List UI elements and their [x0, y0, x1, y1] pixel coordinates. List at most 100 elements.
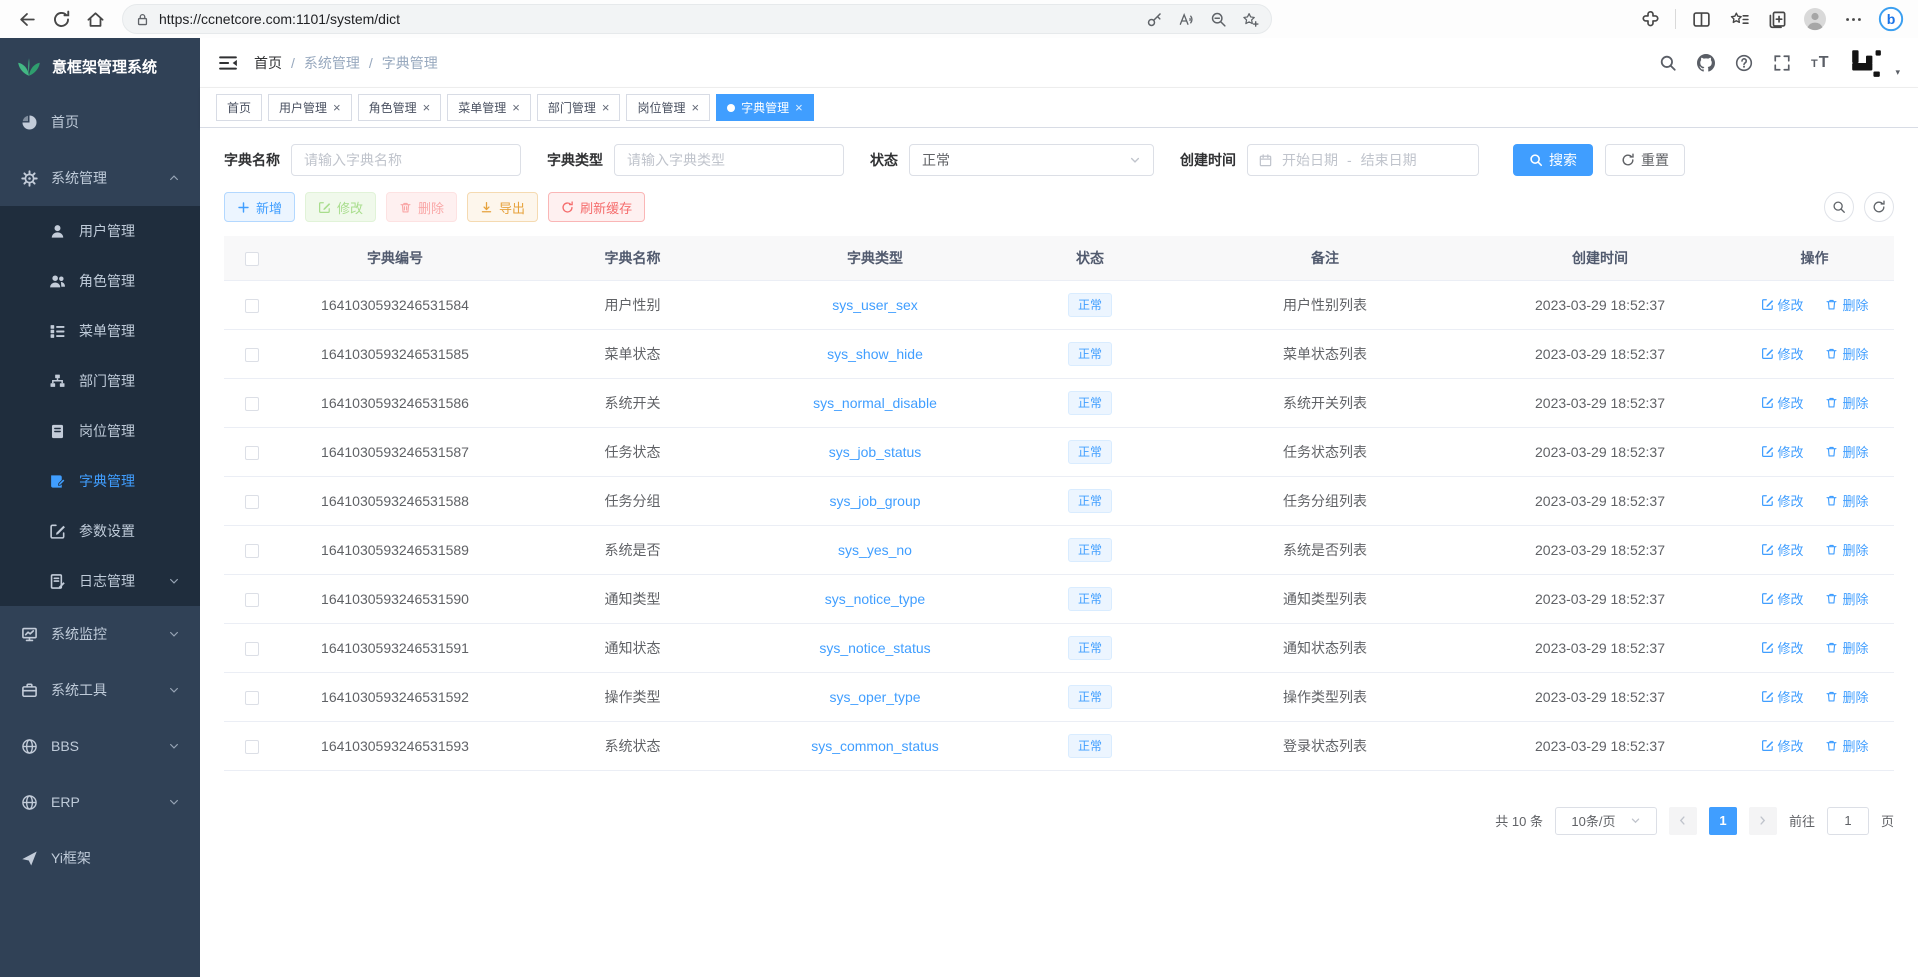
row-delete-button[interactable]: 删除 — [1825, 344, 1868, 363]
sidebar-item-user-manage[interactable]: 用户管理 — [0, 206, 200, 256]
back-icon[interactable] — [12, 4, 42, 34]
row-checkbox[interactable] — [245, 740, 259, 754]
dict-type-input[interactable] — [614, 144, 844, 176]
dict-type-link[interactable]: sys_normal_disable — [813, 395, 937, 411]
row-delete-button[interactable]: 删除 — [1825, 687, 1868, 706]
refresh-table-button[interactable] — [1864, 192, 1894, 222]
page-size-select[interactable]: 10条/页 — [1555, 807, 1657, 835]
github-icon[interactable] — [1697, 54, 1715, 72]
sidebar-item-system-manage[interactable]: 系统管理 — [0, 150, 200, 206]
row-checkbox[interactable] — [245, 691, 259, 705]
help-icon[interactable] — [1735, 54, 1753, 72]
dict-type-link[interactable]: sys_job_group — [829, 493, 920, 509]
current-page-button[interactable]: 1 — [1709, 807, 1737, 835]
search-button[interactable]: 搜索 — [1513, 144, 1593, 176]
tab-dept-manage[interactable]: 部门管理 × — [537, 94, 621, 121]
sidebar-item-yi-framework[interactable]: Yi框架 — [0, 830, 200, 886]
home-icon[interactable] — [80, 4, 110, 34]
read-aloud-icon[interactable] — [1178, 11, 1195, 28]
add-button[interactable]: 新增 — [224, 192, 295, 222]
row-checkbox[interactable] — [245, 397, 259, 411]
refresh-icon[interactable] — [46, 4, 76, 34]
tab-close-icon[interactable]: × — [512, 101, 520, 114]
sidebar-fold-icon[interactable] — [218, 54, 238, 72]
status-select[interactable]: 正常 — [909, 144, 1154, 176]
font-size-icon[interactable]: TT — [1811, 54, 1830, 72]
profile-avatar[interactable] — [1800, 4, 1830, 34]
row-delete-button[interactable]: 删除 — [1825, 393, 1868, 412]
row-delete-button[interactable]: 删除 — [1825, 491, 1868, 510]
row-delete-button[interactable]: 删除 — [1825, 442, 1868, 461]
user-menu-caret-icon[interactable]: ▾ — [1895, 67, 1900, 78]
row-delete-button[interactable]: 删除 — [1825, 736, 1868, 755]
toggle-search-button[interactable] — [1824, 192, 1854, 222]
row-edit-button[interactable]: 修改 — [1761, 295, 1804, 314]
tab-user-manage[interactable]: 用户管理 × — [268, 94, 352, 121]
row-edit-button[interactable]: 修改 — [1761, 687, 1804, 706]
dict-type-link[interactable]: sys_user_sex — [832, 297, 918, 313]
sidebar-item-system-tools[interactable]: 系统工具 — [0, 662, 200, 718]
row-edit-button[interactable]: 修改 — [1761, 442, 1804, 461]
password-key-icon[interactable] — [1146, 11, 1163, 28]
delete-button[interactable]: 删除 — [386, 192, 457, 222]
address-bar[interactable]: https://ccnetcore.com:1101/system/dict — [122, 4, 1272, 34]
tab-close-icon[interactable]: × — [423, 101, 431, 114]
split-screen-icon[interactable] — [1686, 4, 1716, 34]
date-range-picker[interactable]: 开始日期 - 结束日期 — [1247, 144, 1479, 176]
row-checkbox[interactable] — [245, 593, 259, 607]
zoom-out-icon[interactable] — [1210, 11, 1227, 28]
tab-close-icon[interactable]: × — [602, 101, 610, 114]
more-icon[interactable] — [1838, 4, 1868, 34]
row-delete-button[interactable]: 删除 — [1825, 589, 1868, 608]
tab-post-manage[interactable]: 岗位管理 × — [626, 94, 710, 121]
tab-close-icon[interactable]: × — [795, 101, 803, 114]
collections-icon[interactable] — [1762, 4, 1792, 34]
bing-chat-icon[interactable]: b — [1876, 4, 1906, 34]
row-edit-button[interactable]: 修改 — [1761, 540, 1804, 559]
sidebar-item-erp[interactable]: ERP — [0, 774, 200, 830]
breadcrumb-home[interactable]: 首页 — [254, 53, 282, 73]
row-delete-button[interactable]: 删除 — [1825, 638, 1868, 657]
row-edit-button[interactable]: 修改 — [1761, 736, 1804, 755]
tab-dict-manage[interactable]: 字典管理 × — [716, 94, 814, 121]
next-page-button[interactable] — [1749, 807, 1777, 835]
tab-menu-manage[interactable]: 菜单管理 × — [447, 94, 531, 121]
tab-role-manage[interactable]: 角色管理 × — [358, 94, 442, 121]
sidebar-item-bbs[interactable]: BBS — [0, 718, 200, 774]
dict-name-input[interactable] — [291, 144, 521, 176]
sidebar-item-system-monitor[interactable]: 系统监控 — [0, 606, 200, 662]
row-checkbox[interactable] — [245, 544, 259, 558]
dict-type-link[interactable]: sys_common_status — [811, 738, 939, 754]
search-icon[interactable] — [1659, 54, 1677, 72]
tab-close-icon[interactable]: × — [333, 101, 341, 114]
row-edit-button[interactable]: 修改 — [1761, 344, 1804, 363]
sidebar-item-dept-manage[interactable]: 部门管理 — [0, 356, 200, 406]
sidebar-item-role-manage[interactable]: 角色管理 — [0, 256, 200, 306]
sidebar-item-log-manage[interactable]: 日志管理 — [0, 556, 200, 606]
sidebar-item-home[interactable]: 首页 — [0, 94, 200, 150]
row-checkbox[interactable] — [245, 495, 259, 509]
reset-button[interactable]: 重置 — [1605, 144, 1685, 176]
extensions-icon[interactable] — [1635, 4, 1665, 34]
export-button[interactable]: 导出 — [467, 192, 538, 222]
goto-page-input[interactable] — [1827, 807, 1869, 835]
dict-type-link[interactable]: sys_notice_status — [819, 640, 930, 656]
sidebar-item-menu-manage[interactable]: 菜单管理 — [0, 306, 200, 356]
fullscreen-icon[interactable] — [1773, 54, 1791, 72]
row-edit-button[interactable]: 修改 — [1761, 491, 1804, 510]
row-edit-button[interactable]: 修改 — [1761, 638, 1804, 657]
dict-type-link[interactable]: sys_show_hide — [827, 346, 923, 362]
row-checkbox[interactable] — [245, 642, 259, 656]
dict-type-link[interactable]: sys_job_status — [829, 444, 922, 460]
prev-page-button[interactable] — [1669, 807, 1697, 835]
sidebar-item-dict-manage[interactable]: 字典管理 — [0, 456, 200, 506]
row-edit-button[interactable]: 修改 — [1761, 393, 1804, 412]
row-delete-button[interactable]: 删除 — [1825, 295, 1868, 314]
row-edit-button[interactable]: 修改 — [1761, 589, 1804, 608]
tab-home[interactable]: 首页 × — [216, 94, 262, 121]
favorite-add-icon[interactable] — [1242, 11, 1259, 28]
edit-button[interactable]: 修改 — [305, 192, 376, 222]
row-delete-button[interactable]: 删除 — [1825, 540, 1868, 559]
dict-type-link[interactable]: sys_notice_type — [825, 591, 925, 607]
sidebar-item-post-manage[interactable]: 岗位管理 — [0, 406, 200, 456]
